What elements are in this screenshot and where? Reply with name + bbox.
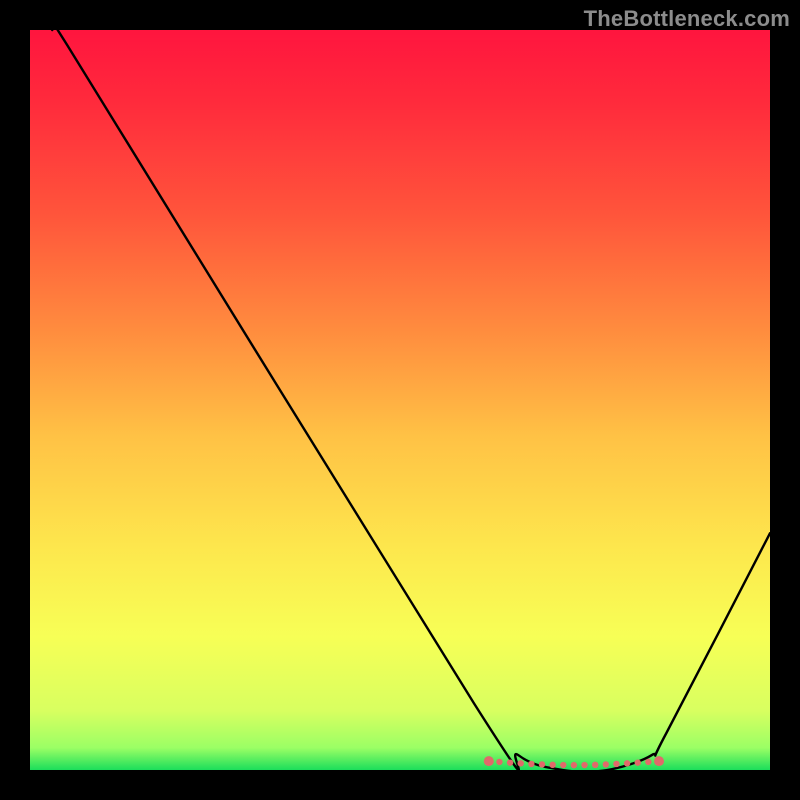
min-dot — [635, 759, 641, 765]
min-dot — [496, 759, 502, 765]
min-dot — [603, 761, 609, 767]
min-dot — [592, 762, 598, 768]
min-dot — [484, 756, 494, 766]
min-dot — [645, 759, 651, 765]
chart-svg — [30, 30, 770, 770]
min-dot — [571, 762, 577, 768]
min-dot — [549, 762, 555, 768]
min-dot — [654, 756, 664, 766]
min-dot — [624, 760, 630, 766]
min-dot — [539, 761, 545, 767]
min-dot — [518, 760, 524, 766]
min-dot — [560, 762, 566, 768]
min-dot — [581, 762, 587, 768]
plot-area — [30, 30, 770, 770]
min-dot — [507, 759, 513, 765]
min-dot — [528, 761, 534, 767]
min-dot — [613, 761, 619, 767]
outer-frame: TheBottleneck.com — [0, 0, 800, 800]
watermark-credit: TheBottleneck.com — [584, 6, 790, 32]
gradient-background — [30, 30, 770, 770]
